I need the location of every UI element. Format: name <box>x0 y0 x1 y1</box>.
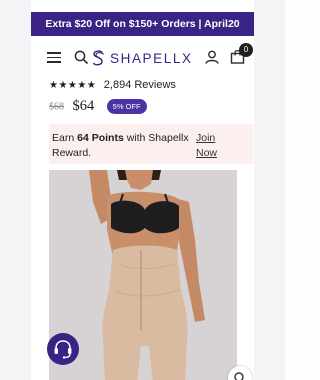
right-margin <box>254 0 285 380</box>
zoom-button[interactable] <box>228 366 252 380</box>
headset-icon <box>54 340 72 359</box>
user-icon[interactable] <box>205 50 219 64</box>
left-margin <box>0 0 31 380</box>
star-rating: ★★★★★ <box>49 80 97 91</box>
chat-button[interactable] <box>47 333 79 365</box>
brand-name: SHAPELLX <box>110 51 193 66</box>
rewards-banner: Earn 64 Points with Shapellx Reward. Joi… <box>49 124 253 164</box>
sale-price: $64 <box>72 98 95 115</box>
promo-banner[interactable]: Extra $20 Off on $150+ Orders | April20 <box>31 12 254 36</box>
reviews-link[interactable]: 2,894 Reviews <box>104 79 176 91</box>
zoom-icon <box>234 372 244 380</box>
brand-logo[interactable]: SHAPELLX <box>89 48 209 68</box>
rating-row[interactable]: ★★★★★ 2,894 Reviews <box>49 75 176 91</box>
logo-mark-icon <box>92 50 105 66</box>
rewards-points: 64 Points <box>77 132 124 144</box>
join-now-link[interactable]: Join Now <box>196 131 236 161</box>
discount-badge: 5% OFF <box>106 99 147 115</box>
price-row: $68 $64 5% OFF <box>49 98 147 116</box>
site-header: SHAPELLX 0 <box>31 40 254 74</box>
promo-text: Extra $20 Off on $150+ Orders | April20 <box>45 18 240 30</box>
cart-count-badge[interactable]: 0 <box>239 43 253 57</box>
rewards-text: Earn 64 Points with Shapellx Reward. <box>52 131 197 161</box>
rewards-prefix: Earn <box>52 132 75 144</box>
search-icon[interactable] <box>74 50 88 64</box>
product-page: Extra $20 Off on $150+ Orders | April20 … <box>31 0 254 380</box>
menu-icon[interactable] <box>47 52 61 63</box>
original-price: $68 <box>49 101 64 113</box>
